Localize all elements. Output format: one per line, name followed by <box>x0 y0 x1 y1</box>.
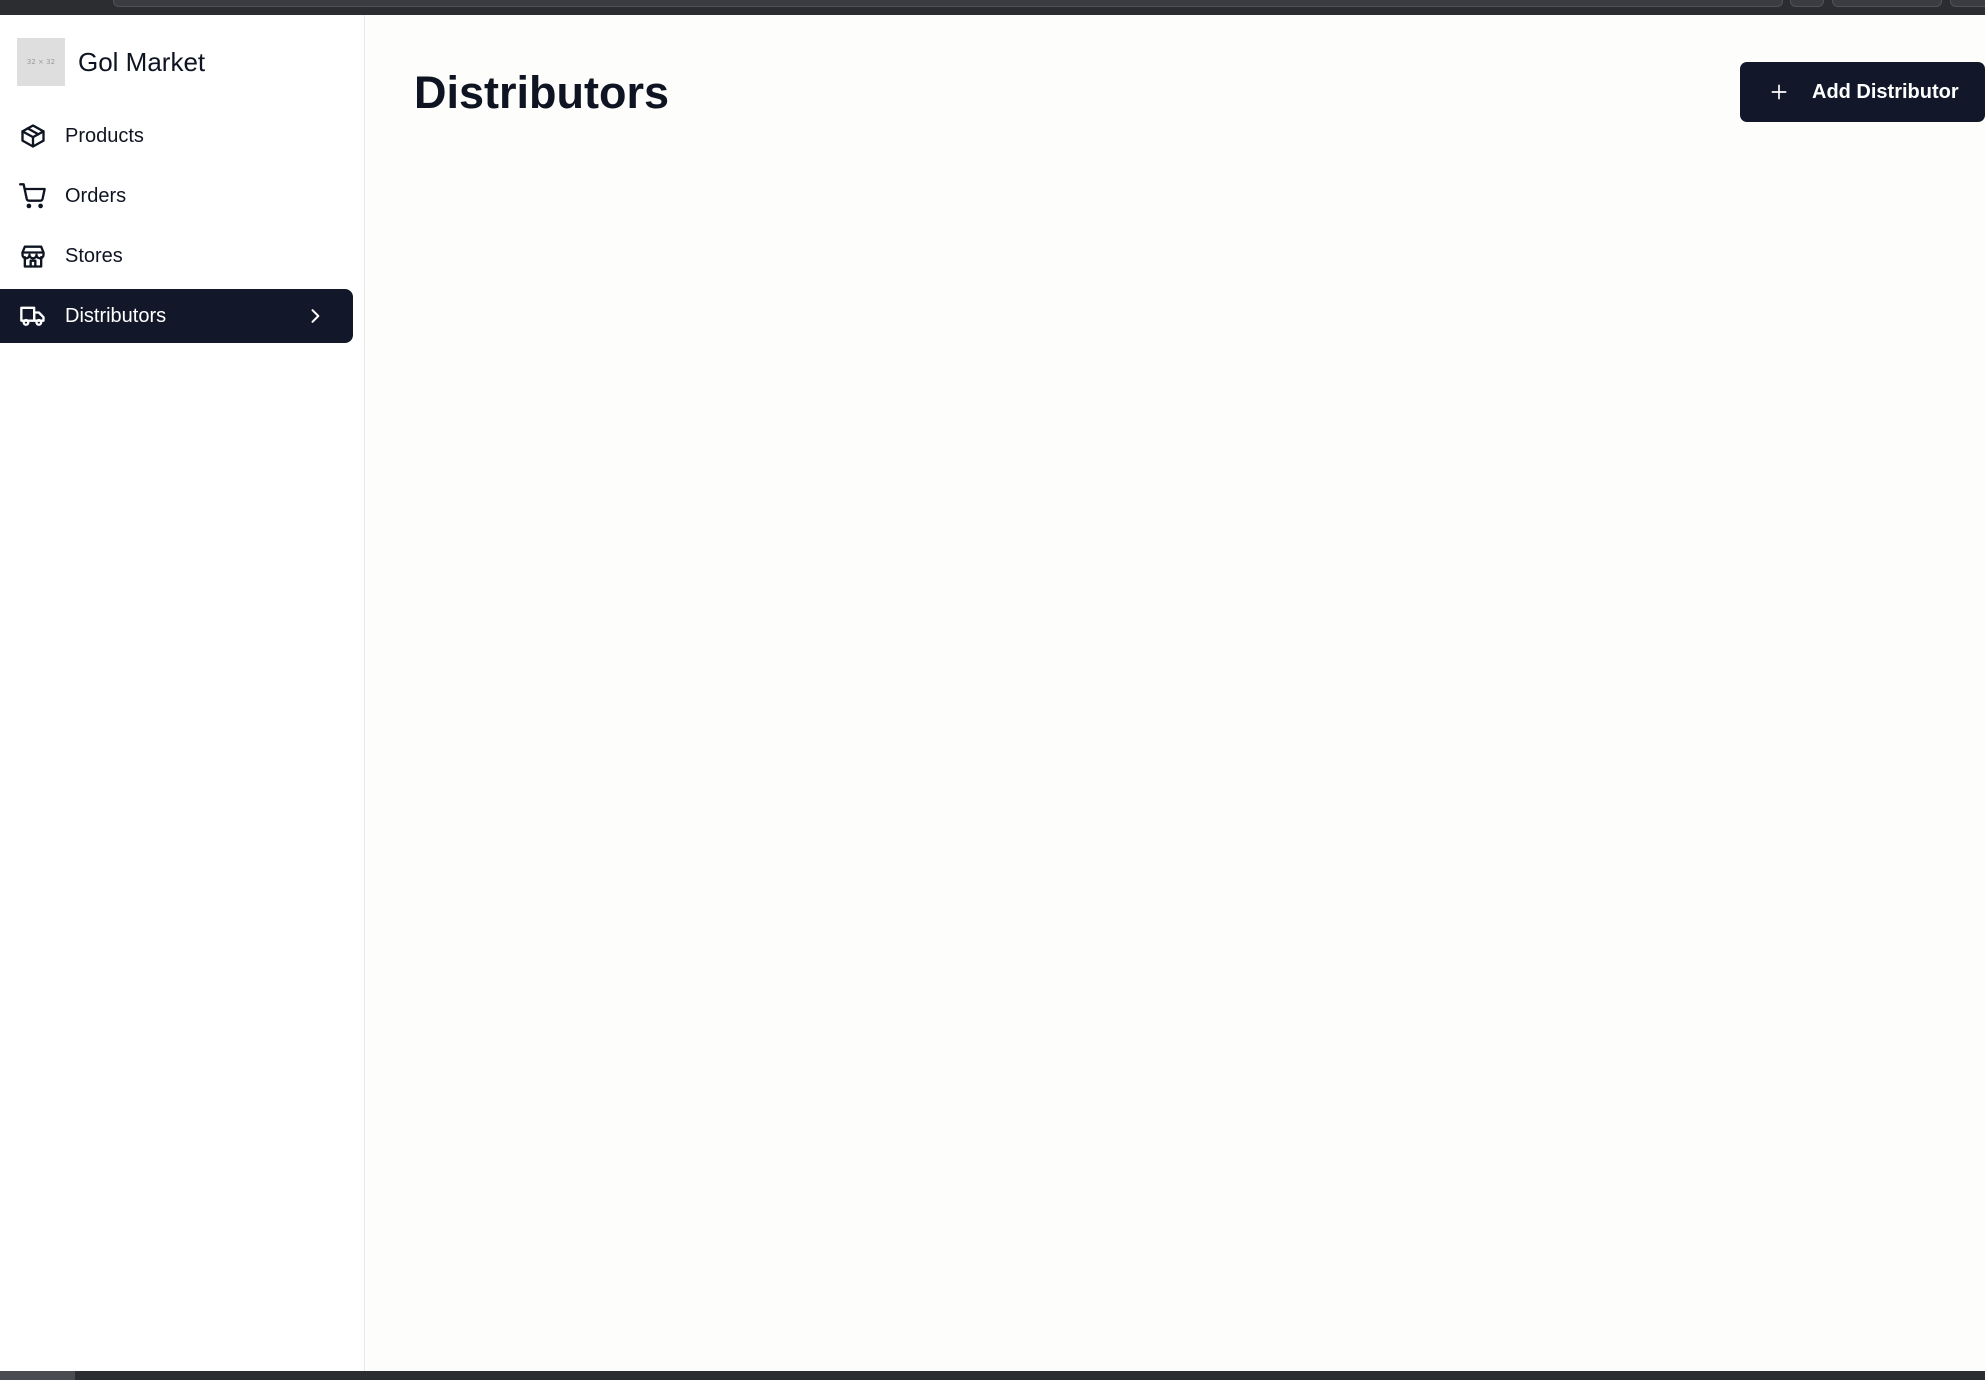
brand-name: Gol Market <box>78 46 206 77</box>
sidebar-item-orders[interactable]: Orders <box>0 169 353 223</box>
truck-icon <box>18 301 48 331</box>
sidebar-item-label: Orders <box>65 184 127 207</box>
browser-bottom-bar <box>0 1371 1985 1380</box>
add-distributor-button[interactable]: Add Distributor <box>1740 62 1985 122</box>
sidebar-item-distributors[interactable]: Distributors <box>0 289 353 343</box>
sidebar-nav: Products Orders Stores Distributors <box>0 109 353 349</box>
sidebar-item-label: Distributors <box>65 304 167 327</box>
browser-toolbar-button[interactable] <box>1950 0 1985 7</box>
brand-logo: 32 × 32 <box>17 38 65 86</box>
store-icon <box>18 241 48 271</box>
chevron-right-icon <box>305 306 325 326</box>
add-distributor-label: Add Distributor <box>1812 80 1959 103</box>
brand[interactable]: 32 × 32 Gol Market <box>17 38 205 86</box>
browser-top-bar <box>0 0 1985 15</box>
address-bar[interactable] <box>113 0 1783 7</box>
browser-toolbar-button[interactable] <box>1832 0 1942 7</box>
taskbar-segment <box>0 1371 75 1380</box>
page-title: Distributors <box>414 67 670 118</box>
sidebar-item-label: Products <box>65 124 144 147</box>
sidebar: 32 × 32 Gol Market Products Orders Store… <box>0 15 365 1371</box>
sidebar-item-label: Stores <box>65 244 123 267</box>
sidebar-item-products[interactable]: Products <box>0 109 353 163</box>
plus-icon <box>1768 81 1790 103</box>
logo-placeholder-text: 32 × 32 <box>26 58 56 66</box>
package-icon <box>18 121 48 151</box>
browser-toolbar-button[interactable] <box>1790 0 1824 7</box>
main-content: Distributors Add Distributor <box>366 15 1985 1371</box>
sidebar-item-stores[interactable]: Stores <box>0 229 353 283</box>
shopping-cart-icon <box>18 181 48 211</box>
